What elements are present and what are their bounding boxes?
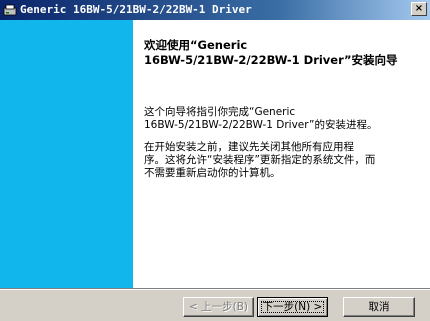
advice-line: 在开始安装之前，建议先关闭其他所有应用程 <box>144 141 354 153</box>
installer-window: Generic 16BW-5/21BW-2/22BW-1 Driver × 欢迎… <box>0 0 430 321</box>
intro-line: 16BW-5/21BW-2/22BW-1 Driver”的安装进程。 <box>144 119 378 131</box>
wizard-advice-text: 在开始安装之前，建议先关闭其他所有应用程 序。这将允许“安装程序”更新指定的系统… <box>144 141 424 180</box>
wizard-heading: 欢迎使用“Generic 16BW-5/21BW-2/22BW-1 Driver… <box>144 38 424 68</box>
button-bar-divider <box>0 288 430 290</box>
close-button[interactable]: × <box>411 2 427 16</box>
installer-icon <box>3 4 17 16</box>
wizard-intro-text: 这个向导将指引你完成“Generic 16BW-5/21BW-2/22BW-1 … <box>144 106 424 132</box>
title-bar[interactable]: Generic 16BW-5/21BW-2/22BW-1 Driver × <box>0 0 430 20</box>
next-button[interactable]: 下一步(N) > <box>257 297 328 317</box>
advice-line: 不需要重新启动你的计算机。 <box>144 167 281 179</box>
wizard-content: 欢迎使用“Generic 16BW-5/21BW-2/22BW-1 Driver… <box>133 20 430 288</box>
intro-line: 这个向导将指引你完成“Generic <box>144 106 296 118</box>
cancel-button[interactable]: 取消 <box>343 297 415 317</box>
close-icon: × <box>414 3 424 14</box>
window-title: Generic 16BW-5/21BW-2/22BW-1 Driver <box>20 3 252 16</box>
wizard-heading-line: 16BW-5/21BW-2/22BW-1 Driver”安装向导 <box>144 53 398 67</box>
wizard-heading-line: 欢迎使用“Generic <box>144 38 248 52</box>
next-button-label: 下一步(N) > <box>262 301 323 313</box>
wizard-side-banner <box>0 20 133 288</box>
advice-line: 序。这将允许“安装程序”更新指定的系统文件，而 <box>144 154 376 166</box>
back-button[interactable]: < 上一步(B) <box>183 297 254 317</box>
